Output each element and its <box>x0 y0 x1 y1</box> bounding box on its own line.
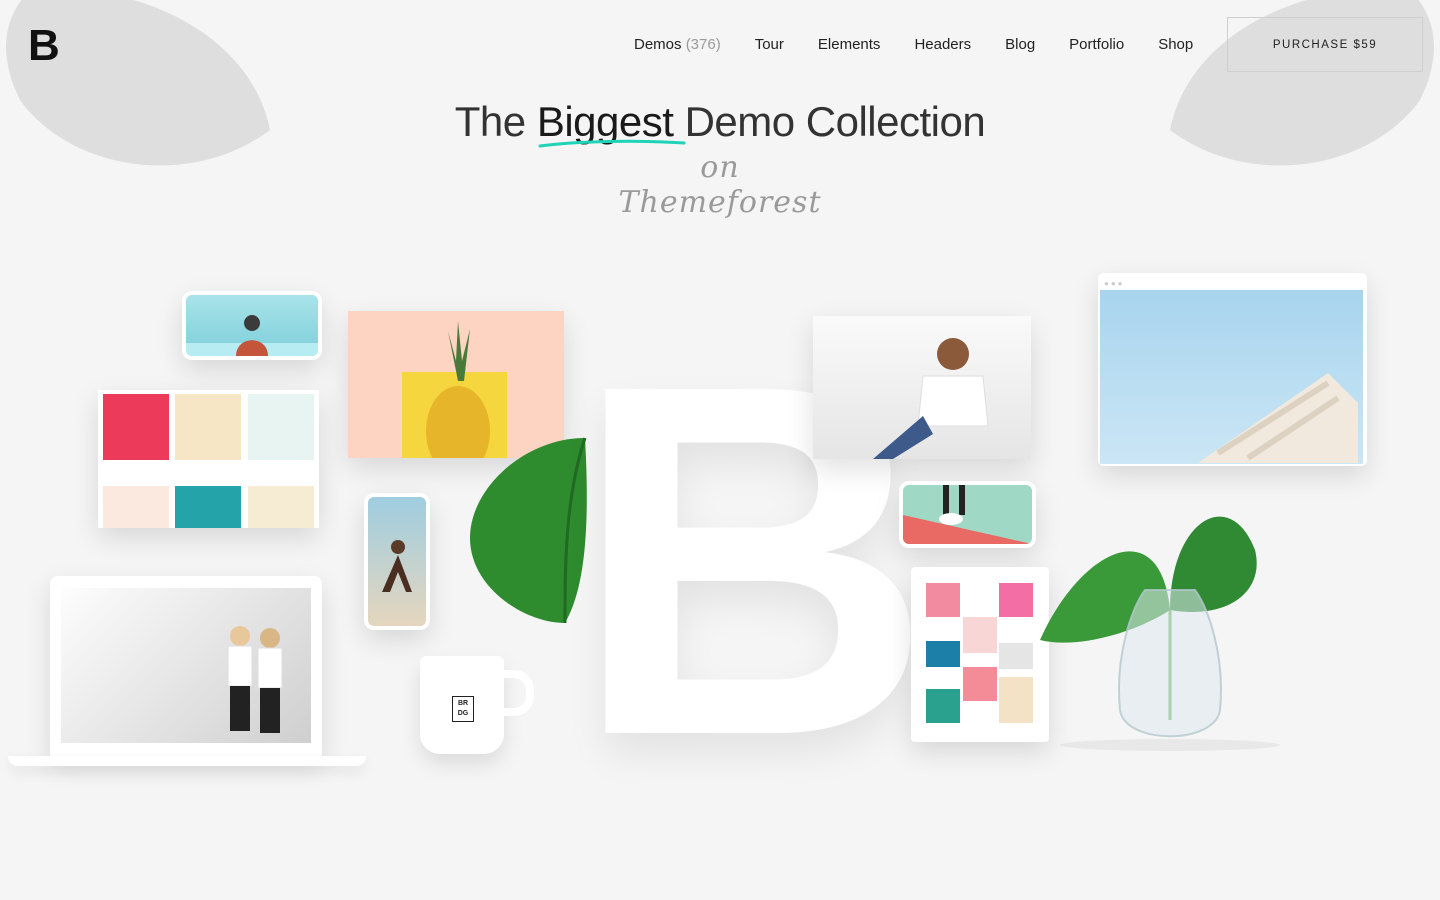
nav-item-demos[interactable]: Demos (376) <box>634 36 721 53</box>
nav-item-blog[interactable]: Blog <box>1005 36 1035 53</box>
sneakers-card <box>899 481 1036 548</box>
nav-item-tour[interactable]: Tour <box>755 36 784 53</box>
phone-portrait-card <box>364 493 430 630</box>
brand-logo[interactable]: B <box>28 24 60 68</box>
highlight-underline <box>538 139 686 148</box>
mug-logo: BR DG <box>452 696 474 722</box>
browser-window-card: ●●● <box>1098 273 1367 466</box>
laptop-card: bridge <box>50 576 322 756</box>
gallery-grid-card <box>98 390 319 528</box>
mug: BR DG <box>420 656 540 754</box>
phone-landscape-card <box>182 291 322 360</box>
main-nav: Demos (376) Tour Elements Headers Blog P… <box>634 36 1193 53</box>
sneakers-image <box>903 485 1032 544</box>
nav-item-portfolio[interactable]: Portfolio <box>1069 36 1124 53</box>
woman-image <box>873 338 989 459</box>
plant-vase <box>1040 516 1280 751</box>
hero-title-post: Demo Collection <box>684 98 986 145</box>
hero-subtitle: on Themeforest <box>618 150 822 220</box>
nav-item-demos-count: (376) <box>685 36 721 53</box>
hero-title: The Biggest Demo Collection <box>0 98 1440 146</box>
nav-item-demos-label: Demos <box>634 36 682 53</box>
purchase-button[interactable]: PURCHASE $59 <box>1227 17 1423 72</box>
laptop-base <box>8 756 366 766</box>
browser-dots: ●●● <box>1104 279 1125 288</box>
runner-image <box>382 540 412 592</box>
hero-title-pre: The <box>454 98 526 145</box>
two-women-image <box>227 626 283 733</box>
nav-item-headers[interactable]: Headers <box>914 36 971 53</box>
building-image <box>1198 373 1358 463</box>
nav-item-elements[interactable]: Elements <box>818 36 881 53</box>
person-back-image <box>186 315 318 356</box>
nav-item-shop[interactable]: Shop <box>1158 36 1193 53</box>
woman-photo-card <box>813 316 1031 459</box>
